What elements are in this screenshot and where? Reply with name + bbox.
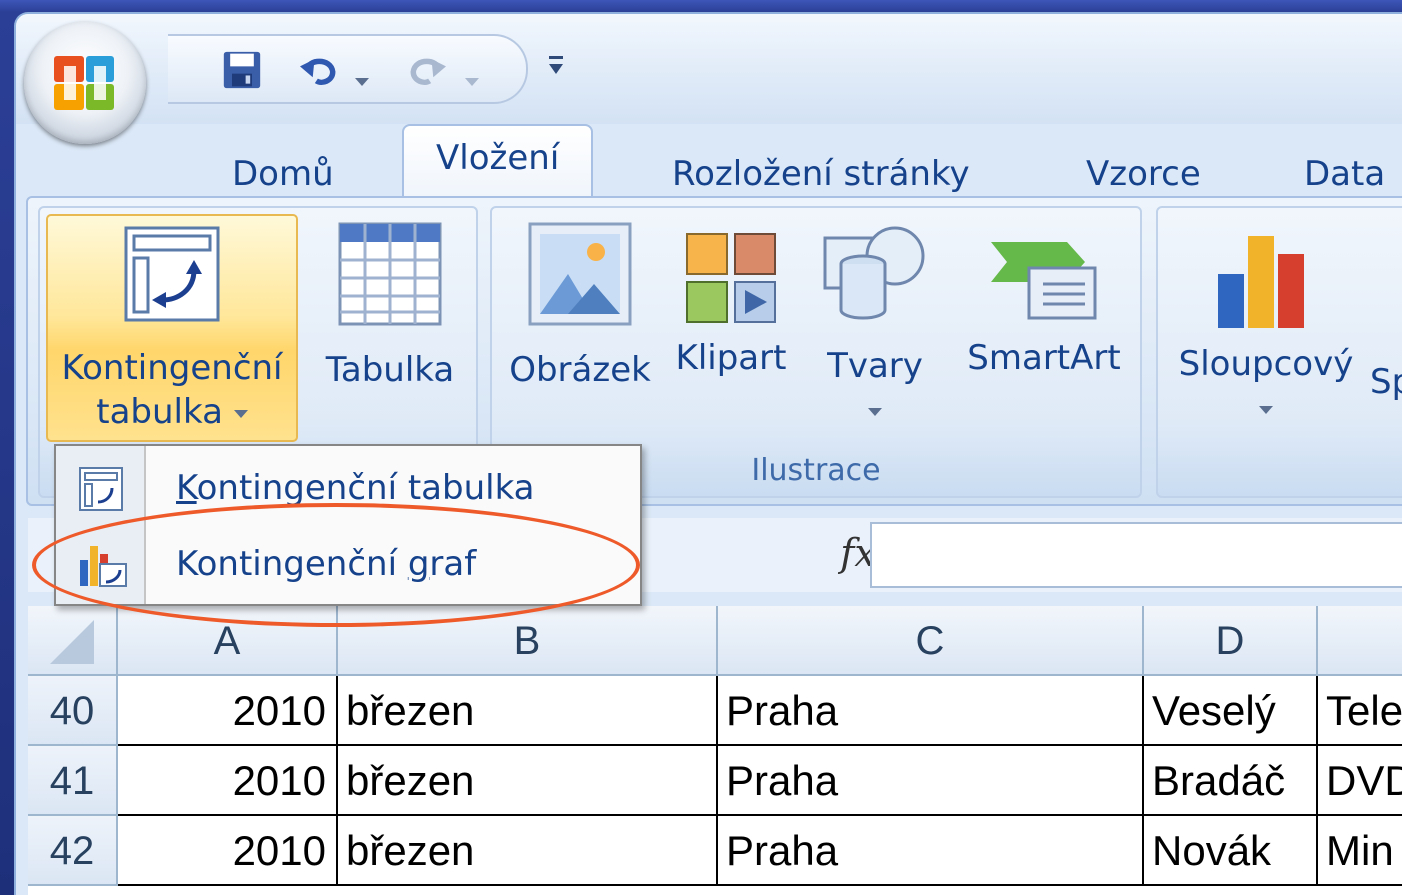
row-header-40[interactable]: 40 [28, 676, 118, 746]
select-all-corner[interactable] [28, 606, 118, 676]
cell-d42[interactable]: Novák [1144, 816, 1318, 886]
menu-item-pivot-chart[interactable]: Kontingenční graf [56, 526, 640, 602]
pivot-table-label-line2: tabulka [48, 390, 296, 434]
tab-home[interactable]: Domů [232, 142, 334, 202]
shapes-label: Tvary [827, 346, 923, 386]
smartart-label: SmartArt [967, 338, 1121, 378]
cell-c42[interactable]: Praha [718, 816, 1144, 886]
column-chart-label: Sloupcový [1178, 344, 1354, 384]
column-header-c[interactable]: C [718, 606, 1144, 676]
cell-d41[interactable]: Bradáč [1144, 746, 1318, 816]
column-header-a[interactable]: A [118, 606, 338, 676]
menu-item-pivot-chart-label: Kontingenční graf [176, 544, 477, 584]
undo-dropdown-icon[interactable] [354, 62, 370, 102]
cell-b41[interactable]: březen [338, 746, 718, 816]
menu-item-pivot-table-label: Kontingenční tabulka [176, 468, 535, 508]
smartart-button[interactable]: SmartArt [956, 214, 1132, 414]
office-logo-icon [54, 56, 114, 110]
worksheet-grid: A B C D 40 2010 březen Praha Veselý Tele… [28, 606, 1402, 895]
dropdown-caret-icon [233, 409, 248, 418]
quick-access-toolbar [168, 34, 528, 104]
undo-icon[interactable] [296, 50, 344, 90]
cell-b42[interactable]: březen [338, 816, 718, 886]
pivot-table-button[interactable]: Kontingenční tabulka [46, 214, 298, 442]
select-all-icon [50, 620, 94, 664]
table-label: Tabulka [325, 350, 455, 390]
pivot-table-small-icon [79, 467, 123, 511]
column-chart-caret-icon [1259, 405, 1273, 414]
redo-dropdown-icon[interactable] [464, 62, 480, 102]
clipart-icon [686, 233, 776, 323]
row-header-42[interactable]: 42 [28, 816, 118, 886]
cell-c41[interactable]: Praha [718, 746, 1144, 816]
cell-e42[interactable]: Min [1318, 816, 1402, 886]
group-charts: Sloupcový Sp [1156, 206, 1402, 498]
column-chart-icon [1218, 236, 1304, 328]
tab-data[interactable]: Data [1304, 142, 1385, 202]
cell-a40[interactable]: 2010 [118, 676, 338, 746]
column-header-b[interactable]: B [338, 606, 718, 676]
cell-e41[interactable]: DVD [1318, 746, 1402, 816]
shapes-button[interactable]: Tvary [806, 214, 944, 434]
tab-formulas[interactable]: Vzorce [1086, 142, 1201, 202]
cell-a42[interactable]: 2010 [118, 816, 338, 886]
ribbon-tabs: Domů Vložení Rozložení stránky Vzorce Da… [16, 124, 1402, 204]
cell-e40[interactable]: Tele [1318, 676, 1402, 746]
customize-toolbar-icon[interactable] [546, 54, 566, 78]
table-button[interactable]: Tabulka [310, 214, 470, 414]
pivot-chart-small-icon [80, 546, 127, 587]
shapes-caret-icon [868, 407, 882, 416]
tab-insert[interactable]: Vložení [402, 124, 594, 204]
cell-d40[interactable]: Veselý [1144, 676, 1318, 746]
row-header-41[interactable]: 41 [28, 746, 118, 816]
picture-icon [528, 222, 632, 326]
picture-label: Obrázek [509, 350, 651, 390]
pivot-table-icon [124, 226, 220, 322]
picture-button[interactable]: Obrázek [504, 214, 656, 414]
next-chart-button[interactable]: Sp [1370, 360, 1402, 404]
clipart-button[interactable]: Klipart [668, 214, 794, 414]
cell-b40[interactable]: březen [338, 676, 718, 746]
shapes-icon [823, 226, 925, 320]
column-chart-button[interactable]: Sloupcový [1168, 214, 1364, 434]
smartart-icon [991, 242, 1097, 320]
table-icon [338, 222, 442, 326]
tab-page-layout[interactable]: Rozložení stránky [672, 142, 970, 202]
redo-icon[interactable] [402, 50, 450, 90]
column-header-e[interactable] [1318, 606, 1402, 676]
clipart-label: Klipart [675, 338, 787, 378]
title-bar [16, 14, 1402, 124]
menu-item-pivot-table[interactable]: Kontingenční tabulka [56, 450, 640, 526]
save-icon[interactable] [220, 50, 264, 90]
office-button[interactable] [24, 22, 146, 144]
cell-c40[interactable]: Praha [718, 676, 1144, 746]
formula-input[interactable] [870, 522, 1402, 588]
pivot-dropdown-menu: Kontingenční tabulka Kontingenční graf [54, 444, 642, 606]
pivot-table-label-line1: Kontingenční [61, 348, 283, 388]
column-header-d[interactable]: D [1144, 606, 1318, 676]
cell-a41[interactable]: 2010 [118, 746, 338, 816]
